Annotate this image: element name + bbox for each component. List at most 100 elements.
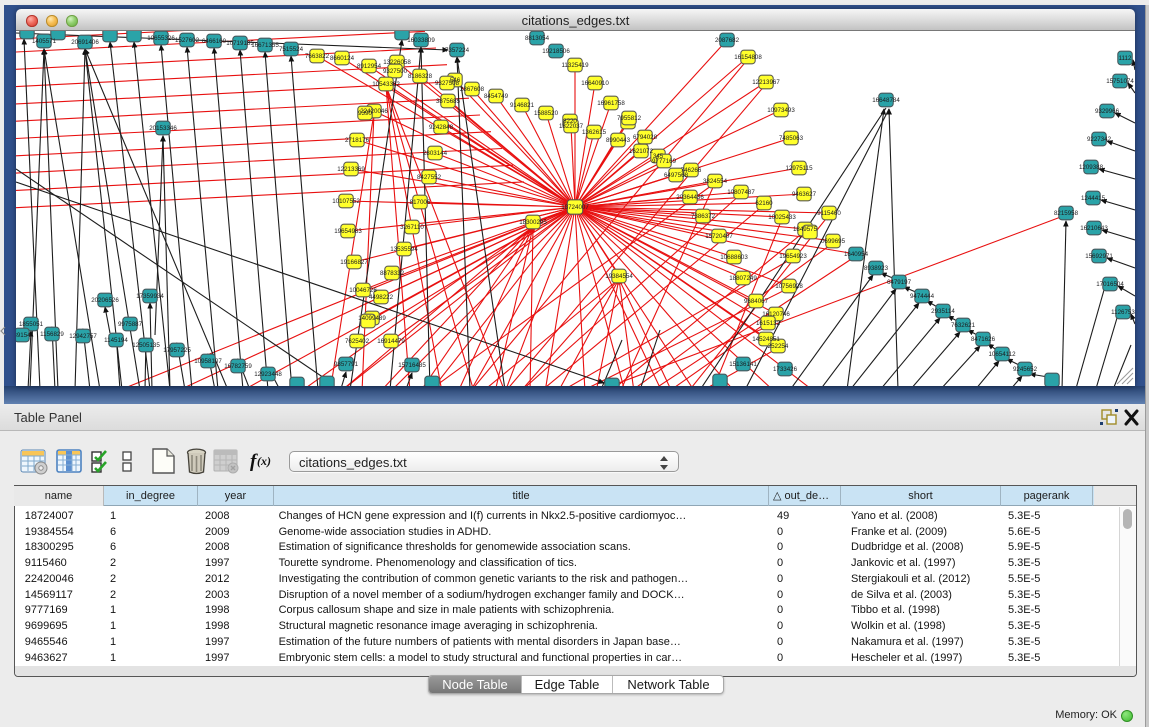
svg-text:19166827: 19166827 [340,259,368,266]
svg-text:1145194: 1145194 [104,337,128,344]
svg-text:9115460: 9115460 [817,210,841,217]
svg-text:8813054: 8813054 [525,35,550,42]
svg-text:12213967: 12213967 [752,79,780,86]
svg-text:6479197: 6479197 [887,279,912,286]
svg-text:12923448: 12923448 [254,371,282,378]
svg-text:2718176: 2718176 [345,137,370,144]
svg-text:1615132: 1615132 [756,320,781,327]
svg-text:8215958: 8215958 [1054,210,1079,217]
svg-text:8427552: 8427552 [417,174,442,181]
svg-text:8454749: 8454749 [484,93,509,100]
svg-text:16914479: 16914479 [377,338,405,345]
svg-text:9245652: 9245652 [1013,366,1038,373]
svg-text:8990443: 8990443 [606,137,631,144]
svg-text:1112: 1112 [1119,55,1132,62]
svg-text:6497568: 6497568 [664,172,689,179]
svg-text:19384554: 19384554 [605,273,633,280]
svg-text:11325419: 11325419 [561,62,589,69]
svg-text:1822037: 1822037 [559,123,584,130]
svg-text:252254: 252254 [768,343,789,350]
svg-text:14099489: 14099489 [358,315,386,322]
svg-text:9327500: 9327500 [383,68,408,75]
svg-text:6794028: 6794028 [633,134,658,141]
svg-text:19654983: 19654983 [334,228,362,235]
svg-text:8938923: 8938923 [864,265,889,272]
svg-text:1855051: 1855051 [19,321,44,328]
svg-text:10107552: 10107552 [332,198,360,205]
svg-text:13226058: 13226058 [383,59,411,66]
svg-text:17359934: 17359934 [136,293,164,300]
svg-text:1640954: 1640954 [844,251,869,258]
svg-text:9463627: 9463627 [792,191,817,198]
svg-text:9329966: 9329966 [1095,108,1120,115]
svg-text:19654923: 19654923 [779,253,807,260]
svg-text:1621072: 1621072 [629,148,654,155]
svg-text:1126753: 1126753 [1111,309,1135,316]
svg-text:1405571: 1405571 [32,38,57,45]
svg-text:7663822: 7663822 [305,53,330,60]
svg-text:7515524: 7515524 [279,46,304,53]
svg-text:20206526: 20206526 [91,297,119,304]
svg-text:3824554: 3824554 [703,178,728,185]
svg-text:16210643: 16210643 [1080,225,1108,232]
svg-text:10688603: 10688603 [720,254,748,261]
svg-text:8471626: 8471626 [971,336,996,343]
svg-text:0699695: 0699695 [821,238,846,245]
svg-text:7632621: 7632621 [951,322,976,329]
svg-text:10807487: 10807487 [727,189,755,196]
svg-text:1244415: 1244415 [1081,195,1106,202]
svg-text:10973493: 10973493 [767,107,795,114]
svg-text:18300295: 18300295 [519,219,547,226]
svg-text:18724007: 18724007 [561,204,589,211]
svg-text:10543362: 10543362 [372,81,400,88]
svg-text:6466160: 6466160 [202,38,227,45]
svg-text:7386372: 7386372 [691,213,716,220]
svg-text:10655326: 10655326 [147,35,175,42]
svg-text:7357224: 7357224 [445,47,470,54]
svg-text:9242848: 9242848 [429,124,454,131]
svg-text:15751074: 15751074 [1106,78,1134,85]
svg-text:8912954: 8912954 [357,63,382,70]
svg-text:8878332: 8878332 [380,270,405,277]
svg-text:16033809: 16033809 [407,37,435,44]
svg-text:62160: 62160 [755,200,773,207]
svg-text:1209388: 1209388 [1079,164,1104,171]
svg-text:16120746: 16120746 [762,311,790,318]
svg-text:3875685: 3875685 [436,98,461,105]
svg-text:2087682: 2087682 [715,37,740,44]
svg-text:2867608: 2867608 [460,86,485,93]
svg-text:18807249: 18807249 [729,275,757,282]
svg-text:9975887: 9975887 [118,321,143,328]
svg-text:1527602: 1527602 [175,37,200,44]
svg-text:16154808: 16154808 [734,54,762,61]
svg-text:15720407: 15720407 [705,233,733,240]
svg-text:19218506: 19218506 [542,48,570,55]
svg-text:16640910: 16640910 [581,80,609,87]
svg-text:9857791: 9857791 [334,361,359,368]
svg-text:10654112: 10654112 [988,351,1016,358]
svg-text:9777169: 9777169 [652,158,677,165]
svg-text:10025433: 10025433 [768,214,796,221]
svg-text:16671355: 16671355 [251,42,279,49]
svg-text:17016504: 17016504 [1096,281,1124,288]
svg-text:8660124: 8660124 [330,55,355,62]
svg-text:817006: 817006 [410,199,431,206]
svg-text:7485063: 7485063 [779,135,804,142]
svg-text:13535594: 13535594 [390,246,418,253]
svg-text:1588520: 1588520 [534,110,559,117]
svg-text:10719185: 10719185 [226,40,254,47]
svg-text:4498222: 4498222 [369,294,394,301]
svg-text:10756928: 10756928 [775,283,803,290]
svg-text:(x): (x) [257,454,271,468]
svg-text:15716485: 15716485 [398,362,426,369]
svg-text:15692971: 15692971 [1085,253,1113,260]
svg-text:9327508: 9327508 [435,80,460,87]
svg-text:2935114: 2935114 [931,308,955,315]
svg-text:7955812: 7955812 [617,115,642,122]
svg-text:3267110: 3267110 [400,224,424,231]
svg-text:20153346: 20153346 [149,125,177,132]
svg-text:7625402: 7625402 [345,338,370,345]
svg-text:16961758: 16961758 [597,100,625,107]
svg-text:10958107: 10958107 [194,358,222,365]
svg-text:20691406: 20691406 [71,39,99,46]
